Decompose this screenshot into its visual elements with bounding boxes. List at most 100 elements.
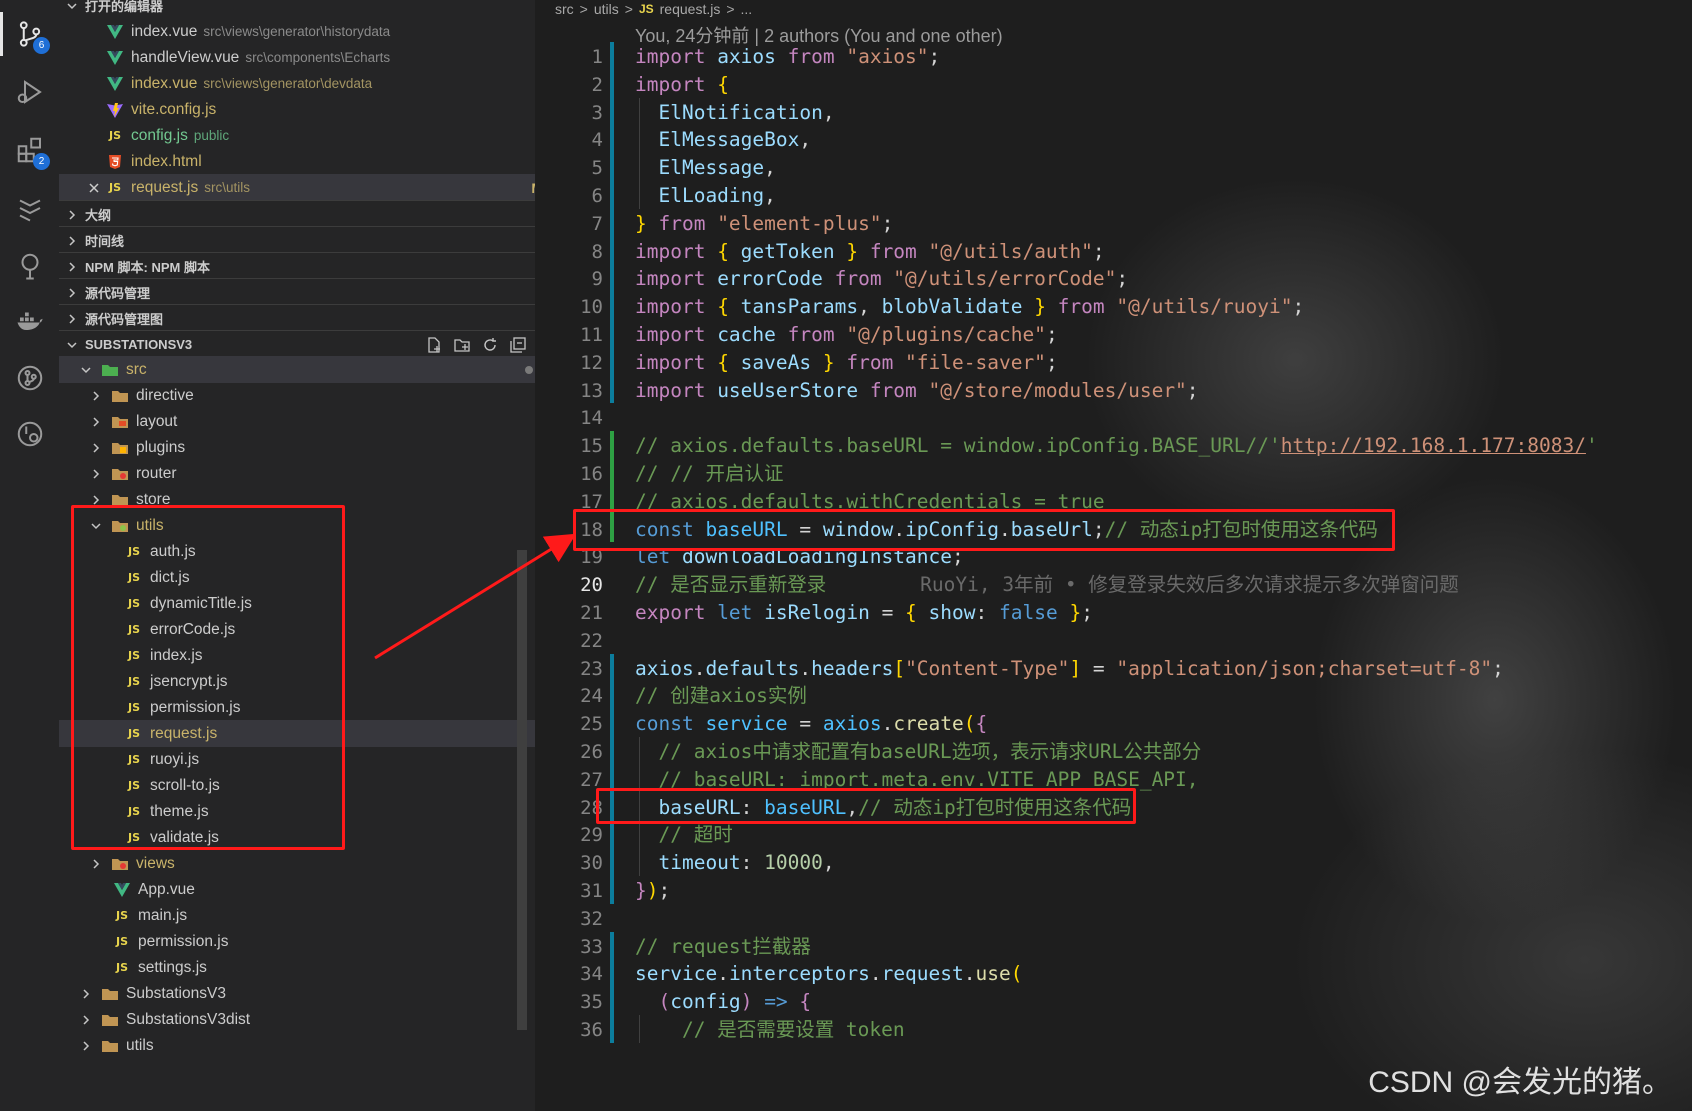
code-line[interactable]: const baseURL = window.ipConfig.baseUrl;… bbox=[635, 515, 1378, 545]
code-line[interactable]: import { getToken } from "@/utils/auth"; bbox=[635, 237, 1105, 267]
file-item[interactable]: JS auth.js bbox=[59, 538, 535, 565]
collapse-all-icon[interactable] bbox=[509, 336, 527, 354]
folder-src[interactable]: src bbox=[59, 356, 535, 383]
code-line[interactable]: ElNotification, bbox=[635, 98, 834, 128]
extensions-icon[interactable]: 2 bbox=[12, 132, 50, 170]
file-item[interactable]: App.vue bbox=[59, 876, 535, 903]
code-line[interactable]: export let isRelogin = { show: false }; bbox=[635, 598, 1093, 628]
code-line[interactable]: ElLoading, bbox=[635, 181, 775, 211]
open-editor-item[interactable]: index.vue src\views\generator\historydat… bbox=[59, 18, 535, 45]
git-gutter-indicator[interactable] bbox=[610, 431, 614, 543]
open-editors-header[interactable]: 打开的编辑器 bbox=[59, 0, 535, 19]
code-line[interactable]: // // 开启认证 bbox=[635, 459, 783, 489]
breadcrumb-item[interactable]: ... bbox=[741, 1, 753, 17]
code-line[interactable]: // 是否需要设置 token bbox=[635, 1015, 905, 1045]
folder-layout[interactable]: layout bbox=[59, 408, 535, 435]
file-item[interactable]: JS jsencrypt.js bbox=[59, 668, 535, 695]
code-line[interactable]: import axios from "axios"; bbox=[635, 42, 940, 72]
code-line[interactable]: }); bbox=[635, 876, 670, 906]
outline-panel-header[interactable]: 大纲 bbox=[59, 200, 535, 228]
git-history-icon[interactable] bbox=[12, 416, 48, 452]
code-line[interactable]: // 创建axios实例 bbox=[635, 681, 807, 711]
git-gutter-indicator[interactable] bbox=[610, 653, 614, 904]
open-editor-item[interactable]: vite.config.js M bbox=[59, 96, 535, 123]
file-item[interactable]: JS permission.js bbox=[59, 694, 535, 721]
code-line[interactable]: service.interceptors.request.use( bbox=[635, 959, 1023, 989]
folder-utils-root[interactable]: utils bbox=[59, 1032, 535, 1059]
file-item[interactable]: JS ruoyi.js bbox=[59, 746, 535, 773]
code-line[interactable]: const service = axios.create({ bbox=[635, 709, 987, 739]
refresh-icon[interactable] bbox=[481, 336, 499, 354]
folder-plugins[interactable]: plugins bbox=[59, 434, 535, 461]
code-line[interactable]: } from "element-plus"; bbox=[635, 209, 893, 239]
folder-substationsv3dist[interactable]: SubstationsV3dist bbox=[59, 1006, 535, 1033]
git-gutter-indicator[interactable] bbox=[610, 42, 614, 404]
breadcrumb-item[interactable]: request.js bbox=[660, 1, 721, 17]
file-item[interactable]: JS settings.js bbox=[59, 954, 535, 981]
tree-icon[interactable] bbox=[12, 248, 48, 284]
file-item[interactable]: JS theme.js bbox=[59, 798, 535, 825]
explorer-root-header[interactable]: SUBSTATIONSV3 bbox=[59, 330, 535, 358]
code-line[interactable]: import { saveAs } from "file-saver"; bbox=[635, 348, 1058, 378]
code-line[interactable]: import errorCode from "@/utils/errorCode… bbox=[635, 264, 1128, 294]
sidebar-scrollbar[interactable] bbox=[517, 550, 527, 1030]
code-line[interactable]: import cache from "@/plugins/cache"; bbox=[635, 320, 1058, 350]
source-control-panel-header[interactable]: 源代码管理 bbox=[59, 278, 535, 306]
code-line[interactable]: baseURL: baseURL,// 动态ip打包时使用这条代码 bbox=[635, 793, 1131, 823]
git-graph-icon[interactable] bbox=[12, 360, 48, 396]
open-editor-item[interactable]: handleView.vue src\components\Echarts bbox=[59, 44, 535, 71]
file-item[interactable]: JS dynamicTitle.js bbox=[59, 590, 535, 617]
open-editor-item-active[interactable]: JS request.js src\utils M bbox=[59, 174, 535, 201]
code-line[interactable]: ElMessageBox, bbox=[635, 125, 811, 155]
code-line[interactable]: // axios.defaults.baseURL = window.ipCon… bbox=[635, 431, 1598, 461]
code-token: : bbox=[975, 601, 999, 624]
file-item[interactable]: JS validate.js bbox=[59, 824, 535, 851]
file-item[interactable]: JS index.js bbox=[59, 642, 535, 669]
code-line[interactable]: // request拦截器 bbox=[635, 932, 811, 962]
breadcrumb-item[interactable]: src bbox=[555, 1, 574, 17]
file-item[interactable]: JS scroll-to.js bbox=[59, 772, 535, 799]
folder-store[interactable]: store bbox=[59, 486, 535, 513]
timeline-panel-header[interactable]: 时间线 bbox=[59, 226, 535, 254]
file-item[interactable]: JS permission.js bbox=[59, 928, 535, 955]
new-folder-icon[interactable] bbox=[453, 336, 471, 354]
folder-utils[interactable]: utils bbox=[59, 512, 535, 539]
folder-router[interactable]: router bbox=[59, 460, 535, 487]
docker-icon[interactable] bbox=[12, 302, 48, 338]
code-line[interactable]: import { bbox=[635, 70, 729, 100]
code-line[interactable]: import { tansParams, blobValidate } from… bbox=[635, 292, 1304, 322]
code-editor[interactable]: src > utils > JS request.js > ... You, 2… bbox=[535, 0, 1692, 1111]
code-line[interactable]: // 超时 bbox=[635, 820, 732, 850]
code-line[interactable]: (config) => { bbox=[635, 987, 811, 1017]
code-line[interactable]: // axios.defaults.withCredentials = true bbox=[635, 487, 1105, 517]
file-item[interactable]: JS dict.js bbox=[59, 564, 535, 591]
file-item[interactable]: JS main.js bbox=[59, 902, 535, 929]
code-line[interactable]: import useUserStore from "@/store/module… bbox=[635, 376, 1199, 406]
open-editor-item[interactable]: JS config.js public U bbox=[59, 122, 535, 149]
line-number: 8 bbox=[591, 240, 603, 263]
open-editor-item[interactable]: index.html M bbox=[59, 148, 535, 175]
new-file-icon[interactable] bbox=[425, 336, 443, 354]
remote-explorer-icon[interactable] bbox=[12, 190, 48, 226]
npm-scripts-panel-header[interactable]: NPM 脚本: NPM 脚本 bbox=[59, 252, 535, 280]
file-item-active[interactable]: JSrequest.jsM bbox=[59, 720, 535, 747]
code-line[interactable]: // baseURL: import.meta.env.VITE_APP_BAS… bbox=[635, 765, 1198, 795]
source-control-icon[interactable]: 6 bbox=[0, 12, 50, 56]
code-line[interactable]: axios.defaults.headers["Content-Type"] =… bbox=[635, 654, 1504, 684]
file-item[interactable]: JS errorCode.js bbox=[59, 616, 535, 643]
line-number: 9 bbox=[591, 268, 603, 291]
run-debug-icon[interactable] bbox=[12, 74, 48, 110]
breadcrumb-item[interactable]: utils bbox=[594, 1, 619, 17]
code-line[interactable]: timeout: 10000, bbox=[635, 848, 834, 878]
folder-directive[interactable]: directive bbox=[59, 382, 535, 409]
folder-substationsv3[interactable]: SubstationsV3 bbox=[59, 980, 535, 1007]
git-gutter-indicator[interactable] bbox=[610, 931, 614, 1043]
code-line[interactable]: let downloadLoadingInstance; bbox=[635, 542, 964, 572]
source-control-graph-panel-header[interactable]: 源代码管理图 bbox=[59, 304, 535, 332]
close-icon[interactable] bbox=[87, 181, 101, 195]
open-editor-item[interactable]: index.vue src\views\generator\devdata M bbox=[59, 70, 535, 97]
folder-views[interactable]: views bbox=[59, 850, 535, 877]
code-line[interactable]: // 是否显示重新登录 RuoYi, 3年前 • 修复登录失效后多次请求提示多次… bbox=[635, 570, 1459, 600]
code-line[interactable]: ElMessage, bbox=[635, 153, 775, 183]
code-line[interactable]: // axios中请求配置有baseURL选项，表示请求URL公共部分 bbox=[635, 737, 1201, 767]
